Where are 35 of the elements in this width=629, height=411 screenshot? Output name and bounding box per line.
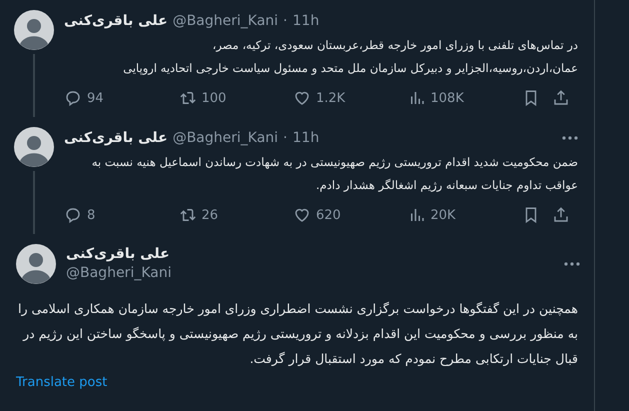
separator-dot: · bbox=[283, 13, 288, 29]
more-icon[interactable] bbox=[564, 262, 580, 266]
author-name: علی باقری‌کنی bbox=[64, 130, 168, 146]
share-icon[interactable] bbox=[552, 89, 570, 107]
like-count: 1.2K bbox=[316, 90, 346, 106]
author-name: علی باقری‌کنی bbox=[64, 13, 168, 29]
heart-icon[interactable] bbox=[293, 89, 311, 107]
repost-icon[interactable] bbox=[178, 206, 196, 224]
repost-count: 100 bbox=[202, 90, 226, 106]
reply-count: 94 bbox=[87, 90, 104, 106]
avatar[interactable] bbox=[14, 10, 54, 50]
author-handle: @Bagheri_Kani bbox=[172, 13, 278, 29]
repost-count: 26 bbox=[202, 208, 218, 222]
avatar[interactable] bbox=[16, 244, 56, 284]
post-text: همچنین در این گفتگوها درخواست برگزاری نشست اضطراری وزرای امور خارجه سازمان همکاری اسلامی را به منظور بررسی و محکومیت این اقدام بزدلانه و تروریستی رژیم صهیونیستی و پاسخگو ساختن این رژیم در قبال جنایات ارتکابی مطرح نمودم که مورد استقبال قرار گرفت. bbox=[17, 300, 578, 368]
post-time: 11h bbox=[292, 13, 320, 29]
heart-icon[interactable] bbox=[293, 206, 311, 224]
post-time: 11h bbox=[292, 130, 320, 146]
more-icon[interactable] bbox=[562, 136, 578, 140]
post-text: در تماس‌های تلفنی با وزرای امور خارجه قطر،عربستان سعودی، ترکیه، مصر، عمان،اردن،روسیه،الجزایر و دبیرکل سازمان ملل متحد و مسئول سیاست خارجی اتحادیه اروپایی bbox=[122, 37, 578, 77]
author-handle: @Bagheri_Kani bbox=[172, 130, 278, 146]
repost-icon[interactable] bbox=[178, 89, 196, 107]
author-handle: @Bagheri_Kani bbox=[66, 264, 172, 283]
views-count: 20K bbox=[430, 208, 456, 222]
reply-icon[interactable] bbox=[64, 89, 82, 107]
share-icon[interactable] bbox=[552, 206, 570, 224]
like-count: 620 bbox=[316, 208, 341, 222]
separator-dot: · bbox=[283, 130, 288, 146]
translate-link[interactable]: Translate post bbox=[16, 375, 108, 390]
views-count: 108K bbox=[430, 90, 464, 106]
author-name: علی باقری‌کنی bbox=[66, 245, 171, 264]
reply-icon[interactable] bbox=[64, 206, 82, 224]
reply-count: 8 bbox=[87, 208, 96, 222]
avatar[interactable] bbox=[14, 127, 54, 167]
post-text: ضمن محکومیت شدید اقدام تروریستی رژیم صهیونیستی در به شهادت رساندن اسماعیل هنیه نسبت به عواقب تداوم جنایات سبعانه رژیم اشغالگر هشدار دادم. bbox=[90, 154, 578, 194]
